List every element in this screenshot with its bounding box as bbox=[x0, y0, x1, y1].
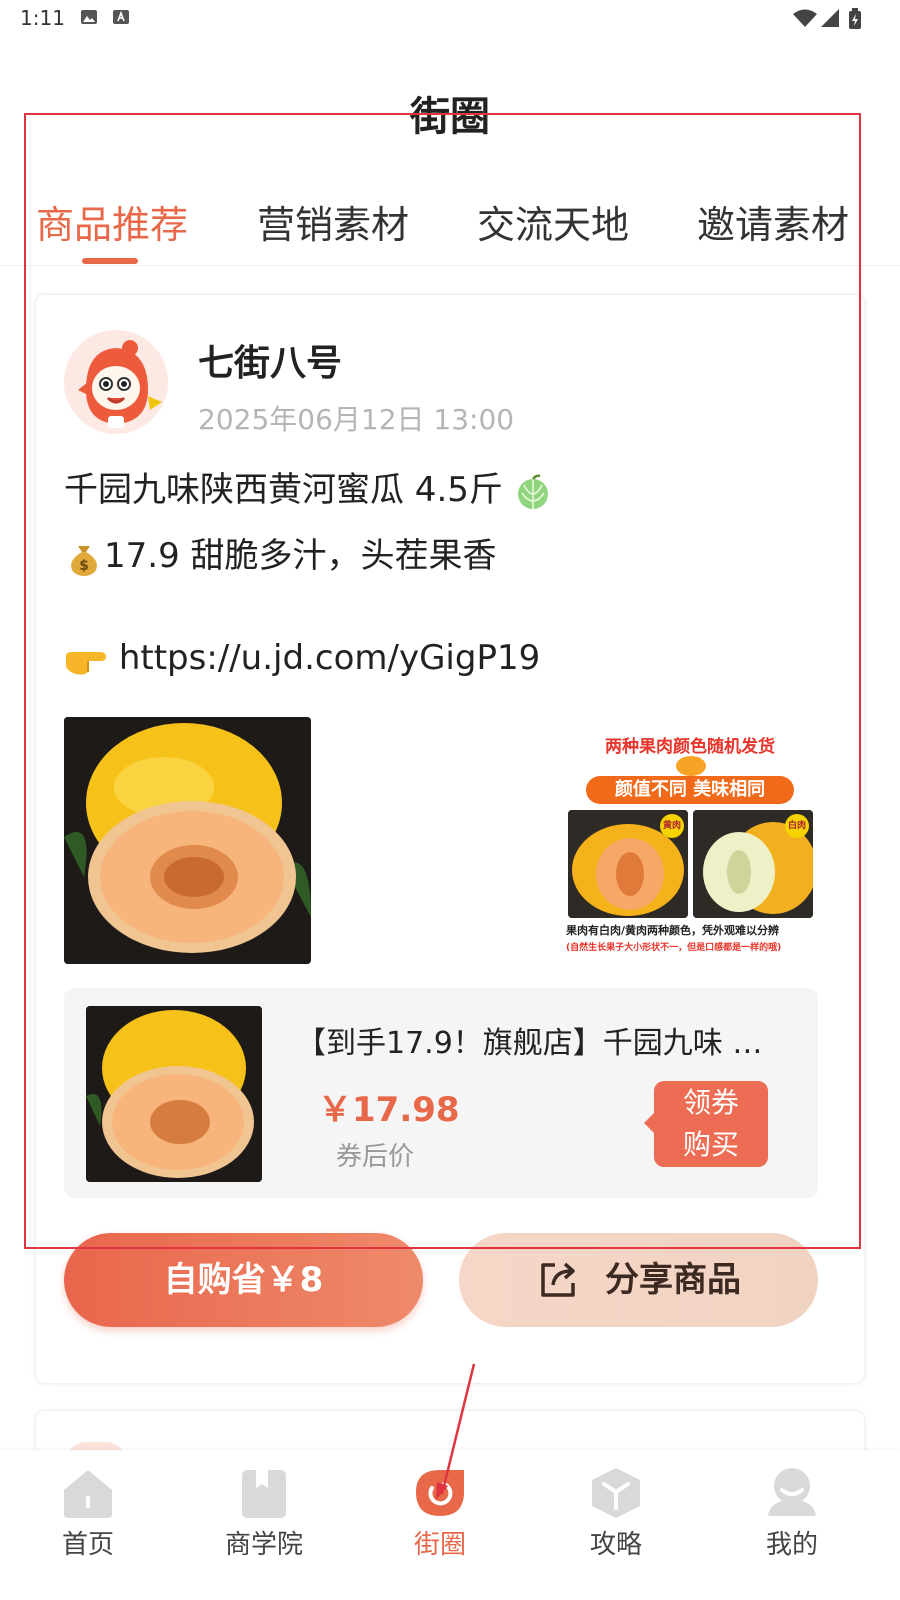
white-flesh-tag: 白肉 bbox=[785, 814, 809, 838]
money-bag-emoji-icon: $ bbox=[71, 545, 97, 576]
image-notification-icon bbox=[81, 10, 97, 24]
home-icon bbox=[64, 1470, 112, 1518]
tab-marketing-materials[interactable]: 营销素材 bbox=[257, 194, 409, 249]
nav-label-home: 首页 bbox=[61, 1530, 114, 1560]
circle-icon bbox=[416, 1470, 464, 1516]
svg-text:$: $ bbox=[79, 558, 89, 574]
price-label: 券后价 bbox=[336, 1142, 415, 1172]
status-time: 1:11 bbox=[20, 6, 65, 30]
nav-item-guide[interactable]: 攻略 bbox=[546, 1450, 686, 1570]
nav-item-academy[interactable]: 商学院 bbox=[194, 1450, 334, 1570]
post-price-text: 17.9 甜脆多汁，头茬果香 bbox=[104, 536, 497, 576]
status-bar: 1:11 bbox=[0, 0, 900, 36]
category-tabs: 商品推荐 营销素材 交流天地 邀请素材 bbox=[0, 186, 900, 266]
tab-product-recommend[interactable]: 商品推荐 bbox=[36, 194, 188, 249]
battery-icon bbox=[849, 8, 861, 29]
cellular-signal-icon bbox=[821, 9, 839, 27]
user-icon bbox=[768, 1468, 816, 1516]
page-title: 街圈 bbox=[410, 94, 490, 140]
share-icon bbox=[541, 1262, 575, 1297]
app-notification-icon bbox=[113, 10, 129, 24]
nav-label-guide: 攻略 bbox=[589, 1530, 642, 1560]
post-text-line-1: 千园九味陕西黄河蜜瓜 4.5斤 bbox=[64, 462, 552, 511]
book-icon bbox=[242, 1470, 286, 1518]
post-title-text: 千园九味陕西黄河蜜瓜 4.5斤 bbox=[64, 470, 503, 510]
bottom-nav: 首页 商学院 街圈 攻略 我的 bbox=[0, 1450, 900, 1600]
yellow-flesh-photo: 黄肉 bbox=[568, 810, 688, 918]
product-title: 【到手17.9！旗舰店】千园九味 陕西黄河蜜瓜 bbox=[296, 1026, 776, 1061]
product-image-2[interactable]: 两种果肉颜色随机发货 颜值不同 美味相同 黄肉 白肉 果肉有白肉/黄肉两种颜色，… bbox=[566, 730, 814, 955]
post-link-line: https://u.jd.com/yGigP19 bbox=[64, 638, 540, 678]
white-flesh-photo: 白肉 bbox=[693, 810, 813, 918]
nav-item-home[interactable]: 首页 bbox=[18, 1450, 158, 1570]
active-tab-indicator bbox=[82, 258, 138, 264]
post-link[interactable]: https://u.jd.com/yGigP19 bbox=[119, 638, 540, 678]
nav-item-circle[interactable]: 街圈 bbox=[370, 1450, 510, 1570]
share-button-label: 分享商品 bbox=[605, 1260, 741, 1300]
avatar[interactable] bbox=[64, 330, 168, 434]
coupon-button-line-2: 购买 bbox=[682, 1128, 739, 1161]
orange-icon bbox=[676, 756, 706, 776]
author-name: 七街八号 bbox=[198, 343, 343, 384]
tab-discussion[interactable]: 交流天地 bbox=[477, 194, 629, 249]
melon-emoji-icon bbox=[517, 474, 548, 509]
product-thumbnail[interactable] bbox=[86, 1006, 262, 1182]
promo-badge: 颜值不同 美味相同 bbox=[586, 776, 794, 804]
wifi-icon bbox=[793, 9, 817, 27]
share-product-button[interactable]: 分享商品 bbox=[459, 1233, 818, 1327]
coupon-button-line-1: 领券 bbox=[682, 1086, 739, 1119]
promo-caption-2: (自然生长果子大小形状不一，但是口感都是一样的哦) bbox=[566, 943, 782, 953]
pointing-hand-emoji-icon bbox=[66, 651, 106, 675]
product-image-1[interactable] bbox=[64, 717, 311, 964]
product-price: ￥17.98 bbox=[318, 1090, 460, 1130]
nav-label-circle: 街圈 bbox=[413, 1530, 466, 1560]
post-text-line-2: $ 17.9 甜脆多汁，头茬果香 bbox=[64, 528, 497, 578]
self-buy-button[interactable]: 自购省￥8 bbox=[64, 1233, 423, 1327]
nav-label-mine: 我的 bbox=[765, 1530, 818, 1560]
coupon-buy-button[interactable]: 领券 购买 bbox=[644, 1081, 768, 1167]
nav-item-mine[interactable]: 我的 bbox=[722, 1450, 862, 1570]
tab-invite-materials[interactable]: 邀请素材 bbox=[697, 194, 849, 249]
nav-label-academy: 商学院 bbox=[224, 1530, 303, 1560]
post-timestamp: 2025年06月12日 13:00 bbox=[198, 403, 515, 436]
cube-icon bbox=[592, 1468, 640, 1518]
yellow-flesh-tag: 黄肉 bbox=[660, 814, 684, 838]
promo-caption-1: 果肉有白肉/黄肉两种颜色，凭外观难以分辨 bbox=[566, 924, 780, 937]
